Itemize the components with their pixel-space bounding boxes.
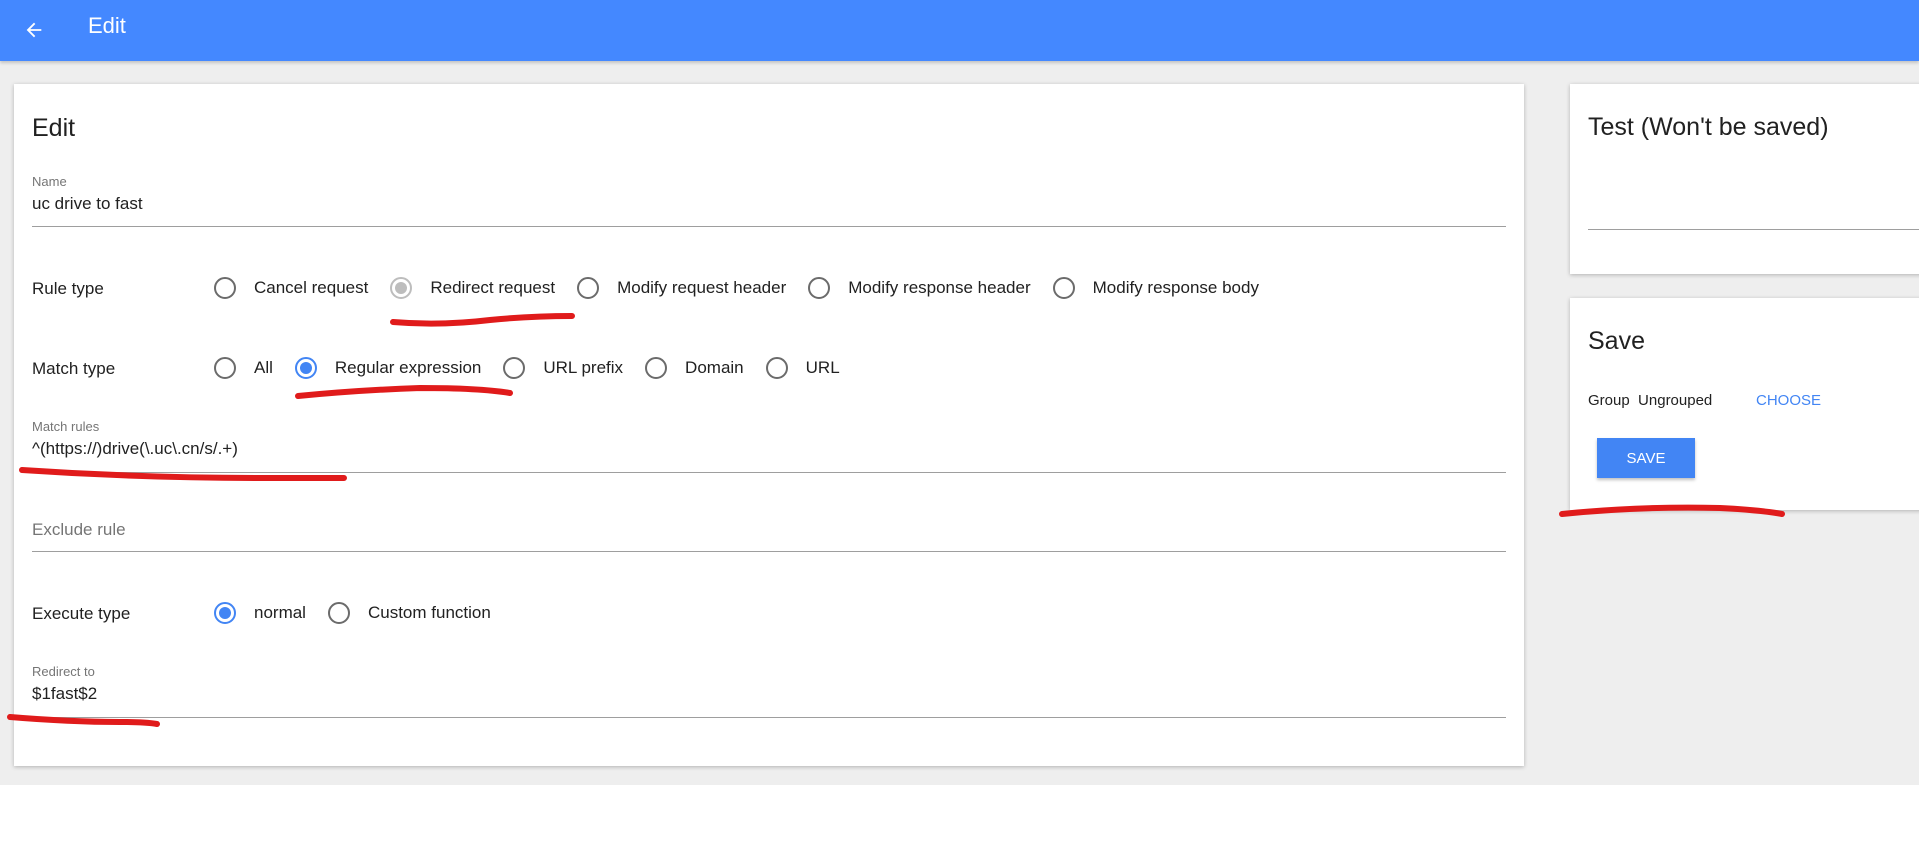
save-card-title: Save — [1588, 327, 1645, 355]
radio-button[interactable] — [390, 277, 413, 299]
execute-type-option-custom-function[interactable]: Custom function — [327, 602, 491, 624]
match-type-option-url-prefix[interactable]: URL prefix — [503, 357, 623, 379]
radio-button[interactable] — [577, 277, 600, 299]
exclude-rule-field[interactable]: Exclude rule — [32, 504, 1506, 552]
execute-type-label: Execute type — [32, 604, 131, 623]
exclude-rule-placeholder: Exclude rule — [32, 520, 126, 539]
radio-button[interactable] — [765, 357, 788, 379]
rule-type-option-label: Cancel request — [254, 278, 369, 297]
match-type-option-url[interactable]: URL — [765, 357, 840, 379]
back-button[interactable] — [18, 14, 50, 46]
app-bar: Edit — [0, 0, 1919, 61]
execute-type-option-normal[interactable]: normal — [214, 602, 306, 624]
radio-button[interactable] — [214, 277, 236, 299]
name-field[interactable]: Name uc drive to fast — [32, 170, 1506, 227]
rule-type-radio-group: Cancel request Redirect request Modify r… — [214, 277, 1281, 299]
save-card: Save Group Ungrouped CHOOSE SAVE — [1570, 298, 1919, 510]
rule-type-option-modify-request-header[interactable]: Modify request header — [577, 277, 786, 299]
rule-type-option-label: Modify response body — [1092, 278, 1259, 297]
match-type-option-label: Regular expression — [334, 358, 482, 377]
redirect-to-field-value[interactable]: $1fast$2 — [32, 684, 97, 704]
radio-button[interactable] — [294, 357, 317, 379]
test-card-title: Test (Won't be saved) — [1588, 113, 1829, 141]
save-button[interactable]: SAVE — [1597, 438, 1695, 478]
group-value: Ungrouped — [1638, 392, 1713, 409]
name-field-value[interactable]: uc drive to fast — [32, 194, 143, 214]
match-type-label: Match type — [32, 359, 116, 378]
match-type-option-label: All — [254, 358, 273, 377]
redirect-to-field-label: Redirect to — [32, 664, 95, 679]
name-field-label: Name — [32, 174, 67, 189]
radio-button[interactable] — [1052, 277, 1075, 299]
match-type-option-label: URL — [805, 358, 840, 377]
match-rules-field[interactable]: Match rules ^(https://)drive(\.uc\.cn/s/… — [32, 415, 1506, 473]
rule-type-option-label: Modify request header — [617, 278, 787, 297]
match-type-option-domain[interactable]: Domain — [645, 357, 744, 379]
app-window: Edit Edit Name uc drive to fast Rule typ… — [0, 0, 1919, 785]
app-bar-title: Edit — [88, 13, 126, 38]
edit-card-title: Edit — [32, 114, 76, 142]
radio-button[interactable] — [808, 277, 831, 299]
radio-button[interactable] — [214, 602, 236, 624]
match-type-option-regular-expression[interactable]: Regular expression — [294, 357, 482, 379]
group-label: Group — [1588, 392, 1630, 409]
match-type-option-all[interactable]: All — [214, 357, 273, 379]
rule-type-option-modify-response-header[interactable]: Modify response header — [808, 277, 1031, 299]
match-rules-field-label: Match rules — [32, 419, 100, 434]
group-row: Group Ungrouped — [1588, 392, 1712, 409]
execute-type-option-label: Custom function — [367, 603, 491, 622]
rule-type-option-cancel-request[interactable]: Cancel request — [214, 277, 368, 299]
test-url-input[interactable] — [1588, 186, 1919, 230]
choose-group-button[interactable]: CHOOSE — [1756, 392, 1821, 409]
match-type-option-label: URL prefix — [543, 358, 624, 377]
test-card: Test (Won't be saved) — [1570, 84, 1919, 274]
radio-button[interactable] — [645, 357, 668, 379]
radio-button[interactable] — [327, 602, 350, 624]
match-type-option-label: Domain — [685, 358, 744, 377]
match-rules-field-value[interactable]: ^(https://)drive(\.uc\.cn/s/.+) — [32, 439, 238, 459]
redirect-to-field[interactable]: Redirect to $1fast$2 — [32, 660, 1506, 718]
rule-type-option-label: Modify response header — [848, 278, 1031, 297]
rule-type-label: Rule type — [32, 279, 104, 298]
radio-button[interactable] — [503, 357, 526, 379]
radio-button[interactable] — [214, 357, 236, 379]
rule-type-option-redirect-request[interactable]: Redirect request — [390, 277, 555, 299]
arrow-left-icon — [26, 22, 42, 38]
rule-type-option-modify-response-body[interactable]: Modify response body — [1052, 277, 1259, 299]
edit-card: Edit Name uc drive to fast Rule type Can… — [14, 84, 1524, 766]
execute-type-radio-group: normal Custom function — [214, 602, 513, 624]
rule-type-option-label: Redirect request — [430, 278, 556, 297]
match-type-radio-group: All Regular expression URL prefix Domain… — [214, 357, 862, 379]
execute-type-option-label: normal — [254, 603, 306, 622]
